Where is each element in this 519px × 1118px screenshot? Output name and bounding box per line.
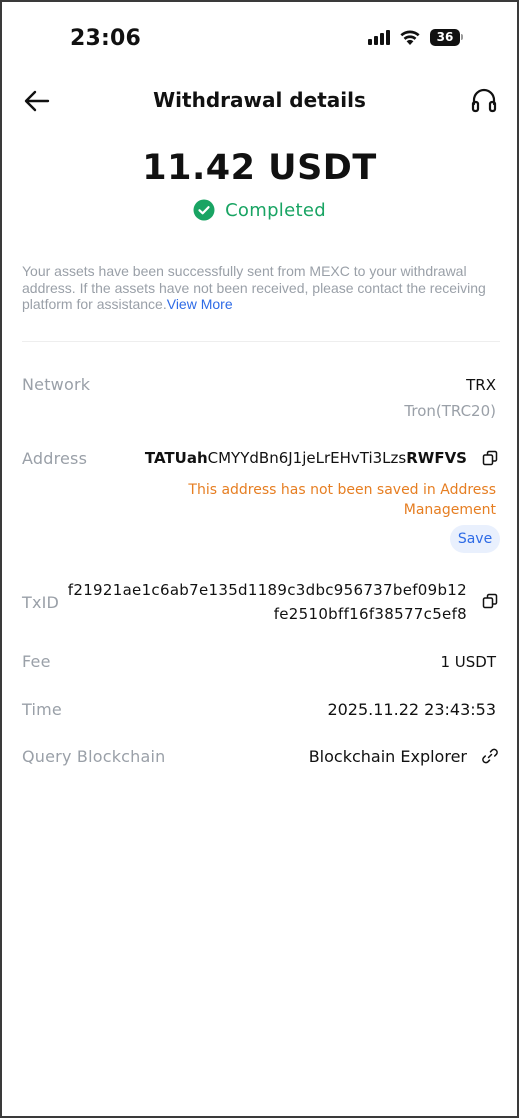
status-icons: 36 <box>368 28 463 46</box>
copy-txid-icon[interactable] <box>482 593 498 609</box>
copy-address-icon[interactable] <box>482 450 498 466</box>
status-text: Completed <box>225 199 326 221</box>
address-prefix: TATUah <box>144 449 208 467</box>
info-text: Your assets have been successfully sent … <box>22 263 486 312</box>
phone-frame: 23:06 36 Withdrawal details 11.42 USDT C… <box>0 0 519 1118</box>
address-label: Address <box>22 449 88 468</box>
address-value: TATUahCMYYdBn6J1jeLrEHvTi3LzsRWFVS <box>145 449 467 467</box>
address-middle: CMYYdBn6J1jeLrEHvTi3Lzs <box>207 449 407 467</box>
save-address-button[interactable]: Save <box>450 525 500 553</box>
page-title: Withdrawal details <box>153 88 366 112</box>
address-suffix: RWFVS <box>406 449 467 467</box>
link-icon[interactable] <box>481 747 499 765</box>
wifi-icon <box>400 30 420 45</box>
withdrawal-amount: 11.42 USDT <box>142 148 377 188</box>
divider <box>22 341 500 342</box>
battery-cap <box>461 34 463 40</box>
signal-icon <box>368 29 390 45</box>
headset-icon[interactable] <box>469 86 499 116</box>
network-label: Network <box>22 375 91 394</box>
status-time: 23:06 <box>70 26 142 51</box>
address-warning: This address has not been saved in Addre… <box>188 482 496 518</box>
view-more-link[interactable]: View More <box>167 296 233 312</box>
txid-label: TxID <box>22 593 60 612</box>
query-blockchain-label: Query Blockchain <box>22 747 166 766</box>
check-circle-icon <box>193 199 215 221</box>
fee-label: Fee <box>22 652 51 671</box>
fee-value: 1 USDT <box>440 653 496 671</box>
txid-value: f21921ae1c6ab7e135d1189c3dbc956737bef09b… <box>67 581 467 623</box>
network-value: TRX <box>466 376 496 394</box>
battery-icon: 36 <box>430 28 460 46</box>
status-row: Completed <box>2 199 517 221</box>
time-label: Time <box>22 700 62 719</box>
network-sub: Tron(TRC20) <box>404 402 496 420</box>
info-message: Your assets have been successfully sent … <box>22 263 504 313</box>
blockchain-explorer-link[interactable]: Blockchain Explorer <box>309 747 467 766</box>
time-value: 2025.11.22 23:43:53 <box>327 700 496 719</box>
